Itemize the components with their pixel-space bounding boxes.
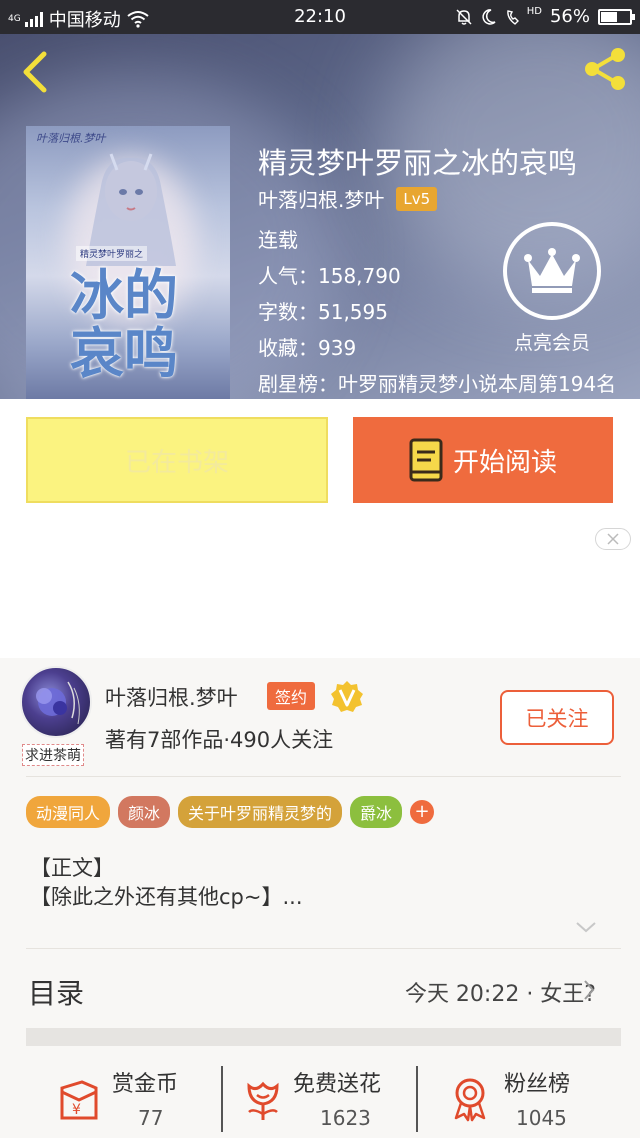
book-status: 连载: [258, 228, 298, 252]
share-icon[interactable]: [580, 44, 630, 94]
free-flower-button[interactable]: 免费送花 1623: [223, 1058, 417, 1138]
tag-list: 动漫同人 颜冰 关于叶罗丽精灵梦的 爵冰 +: [26, 796, 435, 828]
moon-icon: [482, 8, 496, 25]
author-avatar[interactable]: [20, 666, 92, 738]
book-favorites: 收藏：939: [258, 336, 357, 360]
tag-chip[interactable]: 关于叶罗丽精灵梦的: [178, 796, 343, 828]
book-description[interactable]: 【正文】 【除此之外还有其他cp~】...: [30, 854, 303, 912]
latest-chapter-link[interactable]: 今天 20:22 · 女王?: [405, 976, 596, 1008]
close-icon: [607, 533, 619, 545]
toc-label[interactable]: 目录: [28, 972, 84, 1012]
on-shelf-button[interactable]: 已在书架: [26, 417, 328, 503]
tag-chip[interactable]: 爵冰: [350, 796, 403, 828]
battery-icon: [598, 8, 635, 25]
crown-icon: [524, 248, 580, 293]
chevron-down-icon[interactable]: [575, 920, 597, 934]
reward-label: 赏金币: [112, 1072, 179, 1097]
book-word-count: 字数：51,595: [258, 300, 388, 324]
battery-percent: 56%: [549, 6, 590, 27]
book-cover-image[interactable]: 叶落归根.梦叶 精灵梦叶罗丽之 冰的哀鸣: [26, 126, 230, 399]
author-section: 求进茶萌 叶落归根.梦叶 签约 著有7部作品·490人关注 已关注 动漫同人 颜…: [0, 658, 640, 1138]
flower-label: 免费送花: [293, 1072, 382, 1097]
book-icon: [409, 438, 443, 482]
divider: [26, 948, 621, 949]
section-divider-bar: [26, 1028, 621, 1046]
cover-title-text: 冰的哀鸣: [70, 263, 178, 385]
chevron-left-icon[interactable]: [16, 48, 56, 96]
book-popularity: 人气：158,790: [258, 264, 401, 288]
book-ranking-link[interactable]: 剧星榜：叶罗丽精灵梦小说本周第194名: [258, 368, 630, 397]
book-title: 精灵梦叶罗丽之冰的哀鸣: [258, 146, 578, 180]
tag-chip[interactable]: 动漫同人: [26, 796, 111, 828]
svg-text:¥: ¥: [72, 1102, 81, 1118]
book-author-link[interactable]: 叶落归根.梦叶: [258, 184, 384, 213]
tag-chip[interactable]: 颜冰: [118, 796, 171, 828]
reward-coins-button[interactable]: ¥ 赏金币 77: [0, 1058, 220, 1138]
flower-count: 1623: [320, 1106, 371, 1130]
author-name[interactable]: 叶落归根.梦叶: [105, 682, 238, 712]
fans-label: 粉丝榜: [504, 1072, 571, 1097]
mute-bell-icon: [456, 8, 472, 25]
description-line: 【正文】: [30, 856, 114, 880]
ad-close-button[interactable]: [595, 528, 631, 550]
verified-v-icon: [331, 681, 363, 712]
medal-icon: [454, 1078, 486, 1122]
avatar-flower-image: [36, 681, 80, 725]
chevron-right-icon[interactable]: [582, 978, 596, 1002]
fans-ranking-button[interactable]: 粉丝榜 1045: [418, 1058, 640, 1138]
vip-label: 点亮会员: [513, 332, 590, 354]
fans-count: 1045: [516, 1106, 567, 1130]
start-reading-button[interactable]: 开始阅读: [353, 417, 613, 503]
flower-icon: [247, 1081, 279, 1120]
follow-label: 已关注: [525, 706, 589, 731]
cover-author-text: 叶落归根.梦叶: [36, 132, 106, 145]
author-level-badge: Lv5: [396, 186, 438, 211]
hd-label: HD: [526, 6, 542, 17]
avatar-caption: 求进茶萌: [22, 744, 84, 766]
on-shelf-label: 已在书架: [124, 447, 229, 478]
follow-button[interactable]: 已关注: [500, 690, 614, 745]
book-header: 叶落归根.梦叶 精灵梦叶罗丽之 冰的哀鸣 精灵梦叶罗丽之冰的哀鸣 叶落归根.梦叶…: [0, 34, 640, 399]
more-tags-plus-icon[interactable]: +: [410, 800, 435, 824]
bottom-action-bar: ¥ 赏金币 77 免费送花 1623 粉丝榜 1045: [0, 1058, 640, 1138]
start-reading-label: 开始阅读: [452, 447, 557, 478]
vip-member-button[interactable]: 点亮会员: [500, 222, 604, 362]
status-bar: 4G 中国移动 22:10 HD 56%: [0, 0, 640, 34]
signed-badge: 签约: [267, 682, 316, 710]
red-envelope-icon: ¥: [60, 1080, 98, 1120]
divider: [26, 776, 621, 777]
reward-count: 77: [138, 1106, 164, 1130]
hd-call-icon: [506, 9, 519, 25]
description-line: 【除此之外还有其他cp~】...: [30, 885, 303, 909]
cover-subtitle-text: 精灵梦叶罗丽之: [76, 246, 148, 261]
author-stats: 著有7部作品·490人关注: [105, 728, 334, 752]
